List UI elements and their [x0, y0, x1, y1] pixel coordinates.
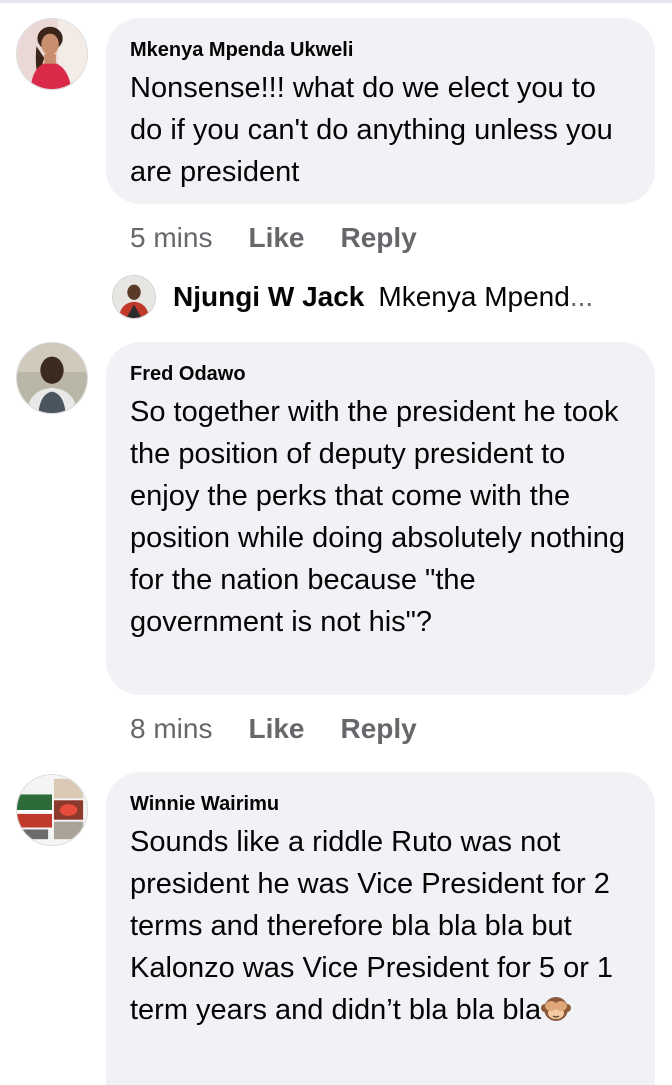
reply-button[interactable]: Reply	[341, 221, 417, 255]
profile-photo-woman-icon	[17, 19, 87, 89]
profile-photo-man-icon	[17, 343, 87, 413]
profile-photo-collage-icon	[17, 775, 87, 845]
comment-bubble: Winnie Wairimu Sounds like a riddle Ruto…	[106, 772, 655, 1085]
comment-text: Sounds like a riddle Ruto was not presid…	[130, 821, 631, 1031]
comment-author[interactable]: Mkenya Mpenda Ukweli	[130, 38, 631, 62]
comment-actions: 8 mins Like Reply	[130, 712, 417, 746]
comment-timestamp[interactable]: 5 mins	[130, 221, 212, 255]
reply-preview-row[interactable]: Njungi W Jack Mkenya Mpend...	[112, 275, 593, 319]
avatar[interactable]	[16, 774, 88, 846]
comment-actions: 5 mins Like Reply	[130, 221, 417, 255]
comment-text: Nonsense!!! what do we elect you to do i…	[130, 72, 613, 188]
profile-photo-man-icon	[113, 276, 155, 318]
comment-text: So together with the president he took t…	[130, 396, 625, 638]
top-divider	[0, 0, 672, 3]
like-button[interactable]: Like	[248, 221, 304, 255]
see-no-evil-monkey-icon	[541, 997, 572, 1021]
avatar[interactable]	[112, 275, 156, 319]
reply-author[interactable]: Njungi W Jack	[173, 281, 364, 313]
comment-author[interactable]: Fred Odawo	[130, 362, 631, 386]
reply-button[interactable]: Reply	[341, 712, 417, 746]
like-button[interactable]: Like	[248, 712, 304, 746]
avatar[interactable]	[16, 342, 88, 414]
reply-ellipsis: ...	[569, 281, 594, 312]
comment-author[interactable]: Winnie Wairimu	[130, 792, 631, 816]
reply-text-preview[interactable]: Mkenya Mpend...	[378, 281, 593, 313]
comment-bubble: Mkenya Mpenda Ukweli Nonsense!!! what do…	[106, 18, 655, 204]
comment-timestamp[interactable]: 8 mins	[130, 712, 212, 746]
reply-preview-text: Mkenya Mpend	[378, 281, 570, 312]
comment-bubble: Fred Odawo So together with the presiden…	[106, 342, 655, 695]
avatar[interactable]	[16, 18, 88, 90]
